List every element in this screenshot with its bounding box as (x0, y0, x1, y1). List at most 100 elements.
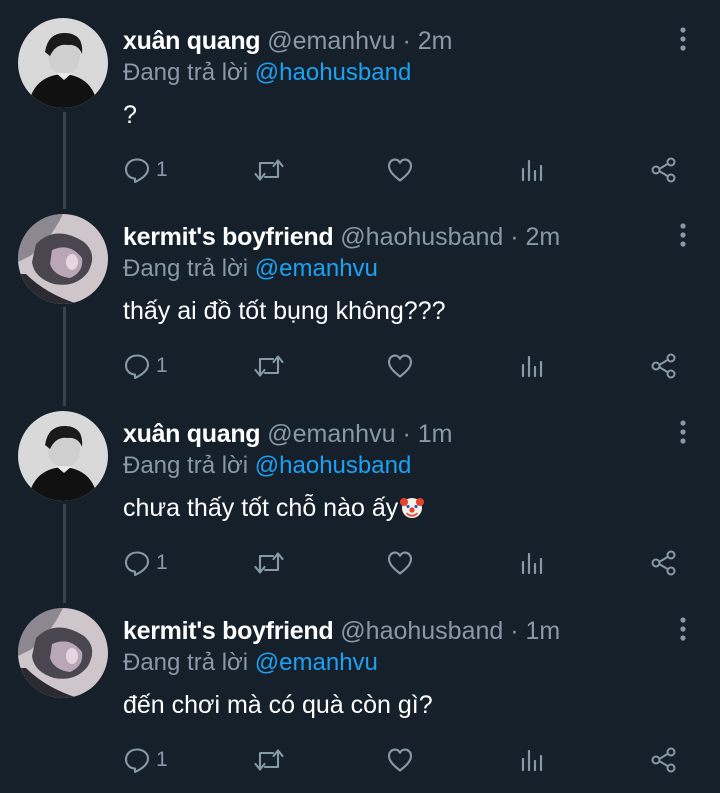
share-button[interactable] (650, 543, 678, 583)
reply-button[interactable]: 1 (123, 740, 168, 780)
author-handle[interactable]: @emanhvu (267, 420, 395, 448)
replying-to: Đang trả lời @emanhvu (123, 254, 378, 284)
heart-icon (387, 748, 413, 772)
avatar[interactable] (18, 608, 108, 698)
analytics-icon (521, 159, 543, 182)
tweet-header: xuân quang @emanhvu · 1m (123, 419, 452, 449)
tweet[interactable]: kermit's boyfriend @haohusband · 2m Đang… (0, 196, 720, 393)
reply-count: 1 (156, 354, 168, 377)
share-icon (651, 157, 676, 183)
reply-count: 1 (156, 748, 168, 771)
more-options-button[interactable] (672, 419, 694, 445)
retweet-icon (254, 749, 284, 771)
replying-prefix: Đang trả lời (123, 59, 249, 86)
share-button[interactable] (650, 150, 678, 190)
tweet-header: xuân quang @emanhvu · 2m (123, 26, 452, 56)
replying-prefix: Đang trả lời (123, 649, 249, 676)
reply-button[interactable]: 1 (123, 346, 168, 386)
action-bar: 1 (0, 543, 720, 583)
avatar[interactable] (18, 214, 108, 304)
retweet-button[interactable] (253, 740, 285, 780)
retweet-button[interactable] (253, 150, 285, 190)
mention-link[interactable]: @emanhvu (255, 255, 378, 282)
separator-dot: · (510, 617, 519, 645)
tweet-header: kermit's boyfriend @haohusband · 2m (123, 222, 560, 252)
author-handle[interactable]: @emanhvu (267, 27, 395, 55)
replying-prefix: Đang trả lời (123, 452, 249, 479)
author-name[interactable]: xuân quang (123, 27, 261, 55)
action-bar: 1 (0, 740, 720, 780)
like-button[interactable] (386, 543, 414, 583)
reply-count: 1 (156, 158, 168, 181)
author-handle[interactable]: @haohusband (340, 617, 503, 645)
tweet-text: ? (123, 101, 137, 129)
reply-icon (124, 354, 150, 380)
heart-icon (387, 158, 413, 182)
share-icon (651, 747, 676, 773)
more-vertical-icon (680, 223, 686, 247)
analytics-icon (521, 355, 543, 378)
retweet-icon (254, 552, 284, 574)
mention-link[interactable]: @emanhvu (255, 649, 378, 676)
action-bar: 1 (0, 346, 720, 386)
clown-face-emoji-icon (400, 498, 425, 518)
retweet-icon (254, 355, 284, 377)
tweet-time[interactable]: 1m (418, 420, 453, 448)
replying-to: Đang trả lời @haohusband (123, 451, 411, 481)
share-icon (651, 353, 676, 379)
analytics-button[interactable] (519, 740, 545, 780)
more-options-button[interactable] (672, 616, 694, 642)
more-vertical-icon (680, 617, 686, 641)
avatar[interactable] (18, 18, 108, 108)
mention-link[interactable]: @haohusband (255, 452, 412, 479)
tweet-time[interactable]: 1m (526, 617, 561, 645)
reply-count: 1 (156, 551, 168, 574)
retweet-button[interactable] (253, 543, 285, 583)
more-vertical-icon (680, 420, 686, 444)
analytics-button[interactable] (519, 543, 545, 583)
more-options-button[interactable] (672, 222, 694, 248)
reply-icon (124, 748, 150, 774)
reply-icon (124, 158, 150, 184)
reply-button[interactable]: 1 (123, 150, 168, 190)
separator-dot: · (402, 420, 411, 448)
more-vertical-icon (680, 27, 686, 51)
tweet-text: đến chơi mà có quà còn gì? (123, 691, 433, 719)
analytics-button[interactable] (519, 150, 545, 190)
retweet-icon (254, 159, 284, 181)
like-button[interactable] (386, 740, 414, 780)
retweet-button[interactable] (253, 346, 285, 386)
separator-dot: · (510, 223, 519, 251)
more-options-button[interactable] (672, 26, 694, 52)
avatar[interactable] (18, 411, 108, 501)
heart-icon (387, 354, 413, 378)
tweet[interactable]: xuân quang @emanhvu · 2m Đang trả lời @h… (0, 0, 720, 197)
author-name[interactable]: kermit's boyfriend (123, 223, 334, 251)
tweet-time[interactable]: 2m (418, 27, 453, 55)
tweet-text: thấy ai đồ tốt bụng không??? (123, 297, 446, 325)
share-icon (651, 550, 676, 576)
replying-to: Đang trả lời @haohusband (123, 58, 411, 88)
author-name[interactable]: xuân quang (123, 420, 261, 448)
tweet-text-container: chưa thấy tốt chỗ nào ấy (123, 492, 425, 524)
share-button[interactable] (650, 740, 678, 780)
tweet-time[interactable]: 2m (526, 223, 561, 251)
share-button[interactable] (650, 346, 678, 386)
heart-icon (387, 551, 413, 575)
like-button[interactable] (386, 346, 414, 386)
separator-dot: · (402, 27, 411, 55)
action-bar: 1 (0, 150, 720, 190)
author-name[interactable]: kermit's boyfriend (123, 617, 334, 645)
analytics-button[interactable] (519, 346, 545, 386)
tweet[interactable]: kermit's boyfriend @haohusband · 1m Đang… (0, 590, 720, 787)
tweet-text: chưa thấy tốt chỗ nào ấy (123, 494, 399, 522)
replying-prefix: Đang trả lời (123, 255, 249, 282)
mention-link[interactable]: @haohusband (255, 59, 412, 86)
like-button[interactable] (386, 150, 414, 190)
analytics-icon (521, 749, 543, 772)
tweet[interactable]: xuân quang @emanhvu · 1m Đang trả lời @h… (0, 393, 720, 590)
replying-to: Đang trả lời @emanhvu (123, 648, 378, 678)
author-handle[interactable]: @haohusband (340, 223, 503, 251)
reply-button[interactable]: 1 (123, 543, 168, 583)
analytics-icon (521, 552, 543, 575)
